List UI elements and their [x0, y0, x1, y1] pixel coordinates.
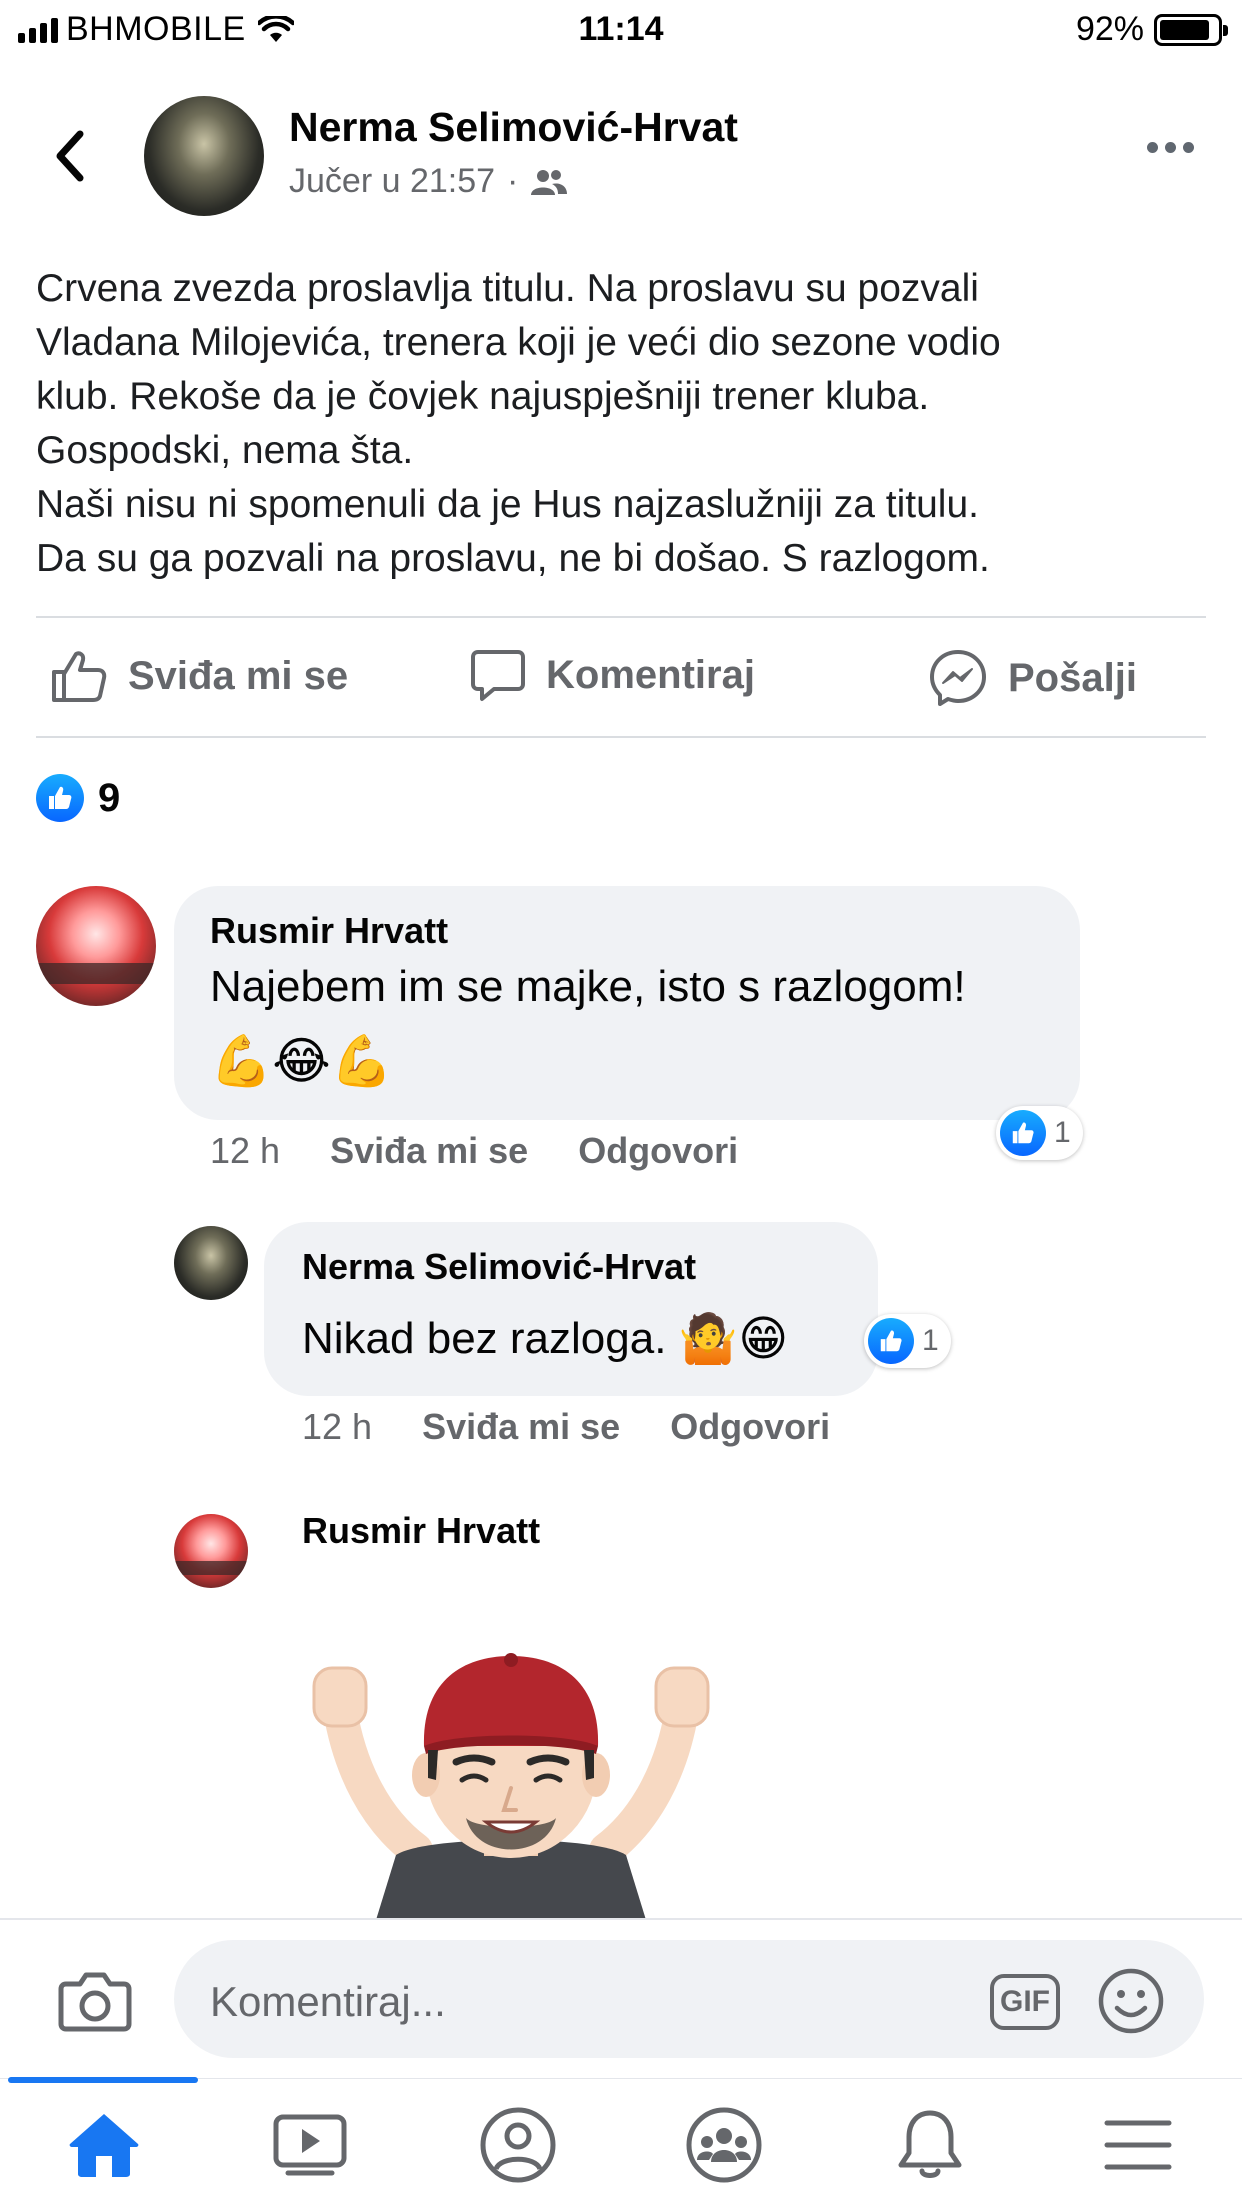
post-meta: Jučer u 21:57 ·: [289, 162, 568, 201]
battery-icon: [1154, 13, 1228, 46]
menu-icon: [1104, 2120, 1172, 2170]
notifications-icon: [898, 2110, 962, 2178]
comment-author[interactable]: Rusmir Hrvatt: [302, 1510, 540, 1552]
divider: [36, 736, 1206, 738]
active-tab-indicator: [8, 2077, 198, 2083]
post-time[interactable]: Jučer u 21:57: [289, 162, 495, 201]
comment-text: Nikad bez razloga.: [302, 1313, 667, 1363]
comment-reaction-count: 1: [922, 1324, 939, 1357]
comment-time: 12 h: [210, 1130, 281, 1171]
groups-icon: [686, 2107, 762, 2183]
comment-like-button[interactable]: Sviđa mi se: [422, 1406, 620, 1448]
back-button[interactable]: [46, 124, 96, 188]
comment-composer: Komentiraj... GIF: [0, 1918, 1242, 2078]
comment-reply-button[interactable]: Odgovori: [670, 1406, 830, 1448]
status-right: 92%: [1075, 10, 1228, 49]
post-action-bar: Sviđa mi se Komentiraj Pošalji: [0, 618, 1242, 738]
status-time: 11:14: [578, 10, 664, 48]
comment-emojis: 🤷😁: [678, 1311, 789, 1367]
post-text: Crvena zvezda proslavlja titulu. Na pros…: [36, 262, 1216, 586]
commenter-avatar[interactable]: [174, 1514, 248, 1588]
comment-content: Nikad bez razloga. 🤷😁: [302, 1310, 788, 1367]
camera-icon[interactable]: [58, 1970, 132, 2032]
comment-author[interactable]: Nerma Selimović-Hrvat: [302, 1246, 696, 1288]
comment-icon: [471, 650, 525, 701]
post-text-line: Gospodski, nema šta.: [36, 429, 414, 472]
battery-percent: 92%: [1075, 10, 1144, 48]
post-text-line: Naši nisu ni spomenuli da je Hus najzasl…: [36, 483, 979, 526]
more-options-icon[interactable]: [1147, 142, 1194, 153]
avatar-celebration-sticker[interactable]: [306, 1650, 716, 1920]
commenter-avatar[interactable]: [174, 1226, 248, 1300]
comment-input[interactable]: Komentiraj... GIF: [174, 1940, 1204, 2058]
meta-separator: ·: [507, 162, 519, 200]
tab-groups[interactable]: [674, 2105, 774, 2185]
watch-icon: [273, 2114, 347, 2176]
comment-meta: 12 h Sviđa mi se Odgovori: [210, 1130, 738, 1172]
thumbs-up-icon: [52, 651, 107, 702]
author-name[interactable]: Nerma Selimović-Hrvat: [289, 104, 738, 151]
reactions-summary[interactable]: 9: [36, 774, 120, 822]
comment-button[interactable]: Komentiraj: [470, 648, 755, 702]
comment-reaction-count: 1: [1054, 1116, 1071, 1149]
comment-label: Komentiraj: [546, 652, 755, 697]
post-text-line: Vladana Milojevića, trenera koji je veći…: [36, 321, 1001, 364]
gif-button[interactable]: GIF: [990, 1974, 1060, 2030]
comment-author[interactable]: Rusmir Hrvatt: [210, 910, 448, 952]
post-header: Nerma Selimović-Hrvat Jučer u 21:57 ·: [0, 94, 1242, 224]
like-button[interactable]: Sviđa mi se: [50, 648, 348, 704]
tab-home[interactable]: [54, 2105, 154, 2185]
comment-input-placeholder: Komentiraj...: [210, 1978, 446, 2025]
comment-reply-button[interactable]: Odgovori: [578, 1130, 738, 1172]
comment-reaction[interactable]: 1: [996, 1106, 1083, 1160]
tab-notifications[interactable]: [880, 2105, 980, 2185]
like-reaction-icon: [36, 774, 84, 822]
author-avatar[interactable]: [144, 96, 264, 216]
emoji-icon[interactable]: [1096, 1966, 1166, 2036]
comment-emojis: 💪😂💪: [210, 1032, 393, 1090]
messenger-icon: [930, 650, 986, 706]
post-text-line: Crvena zvezda proslavlja titulu. Na pros…: [36, 267, 979, 310]
home-icon: [69, 2114, 139, 2177]
profile-icon: [480, 2107, 556, 2183]
like-label: Sviđa mi se: [128, 653, 349, 698]
send-button[interactable]: Pošalji: [928, 648, 1137, 708]
tab-menu[interactable]: [1088, 2105, 1188, 2185]
comment-meta: 12 h Sviđa mi se Odgovori: [302, 1406, 830, 1448]
status-bar: BHMOBILE 11:14 92%: [0, 0, 1242, 62]
comment-reaction[interactable]: 1: [864, 1314, 951, 1368]
comment-like-button[interactable]: Sviđa mi se: [330, 1130, 528, 1172]
post-text-line: klub. Rekoše da je čovjek najuspješniji …: [36, 375, 930, 418]
send-label: Pošalji: [1008, 655, 1137, 700]
like-reaction-icon: [868, 1318, 914, 1364]
reaction-count: 9: [98, 775, 121, 820]
friends-icon: [531, 169, 568, 195]
tab-profile[interactable]: [468, 2105, 568, 2185]
post-text-line: Da su ga pozvali na proslavu, ne bi doša…: [36, 537, 990, 580]
bottom-tab-bar: [0, 2077, 1242, 2208]
like-reaction-icon: [1000, 1110, 1046, 1156]
tab-watch[interactable]: [260, 2105, 360, 2185]
commenter-avatar[interactable]: [36, 886, 156, 1006]
comment-time: 12 h: [302, 1406, 373, 1447]
comment-text: Najebem im se majke, isto s razlogom!: [210, 962, 966, 1011]
